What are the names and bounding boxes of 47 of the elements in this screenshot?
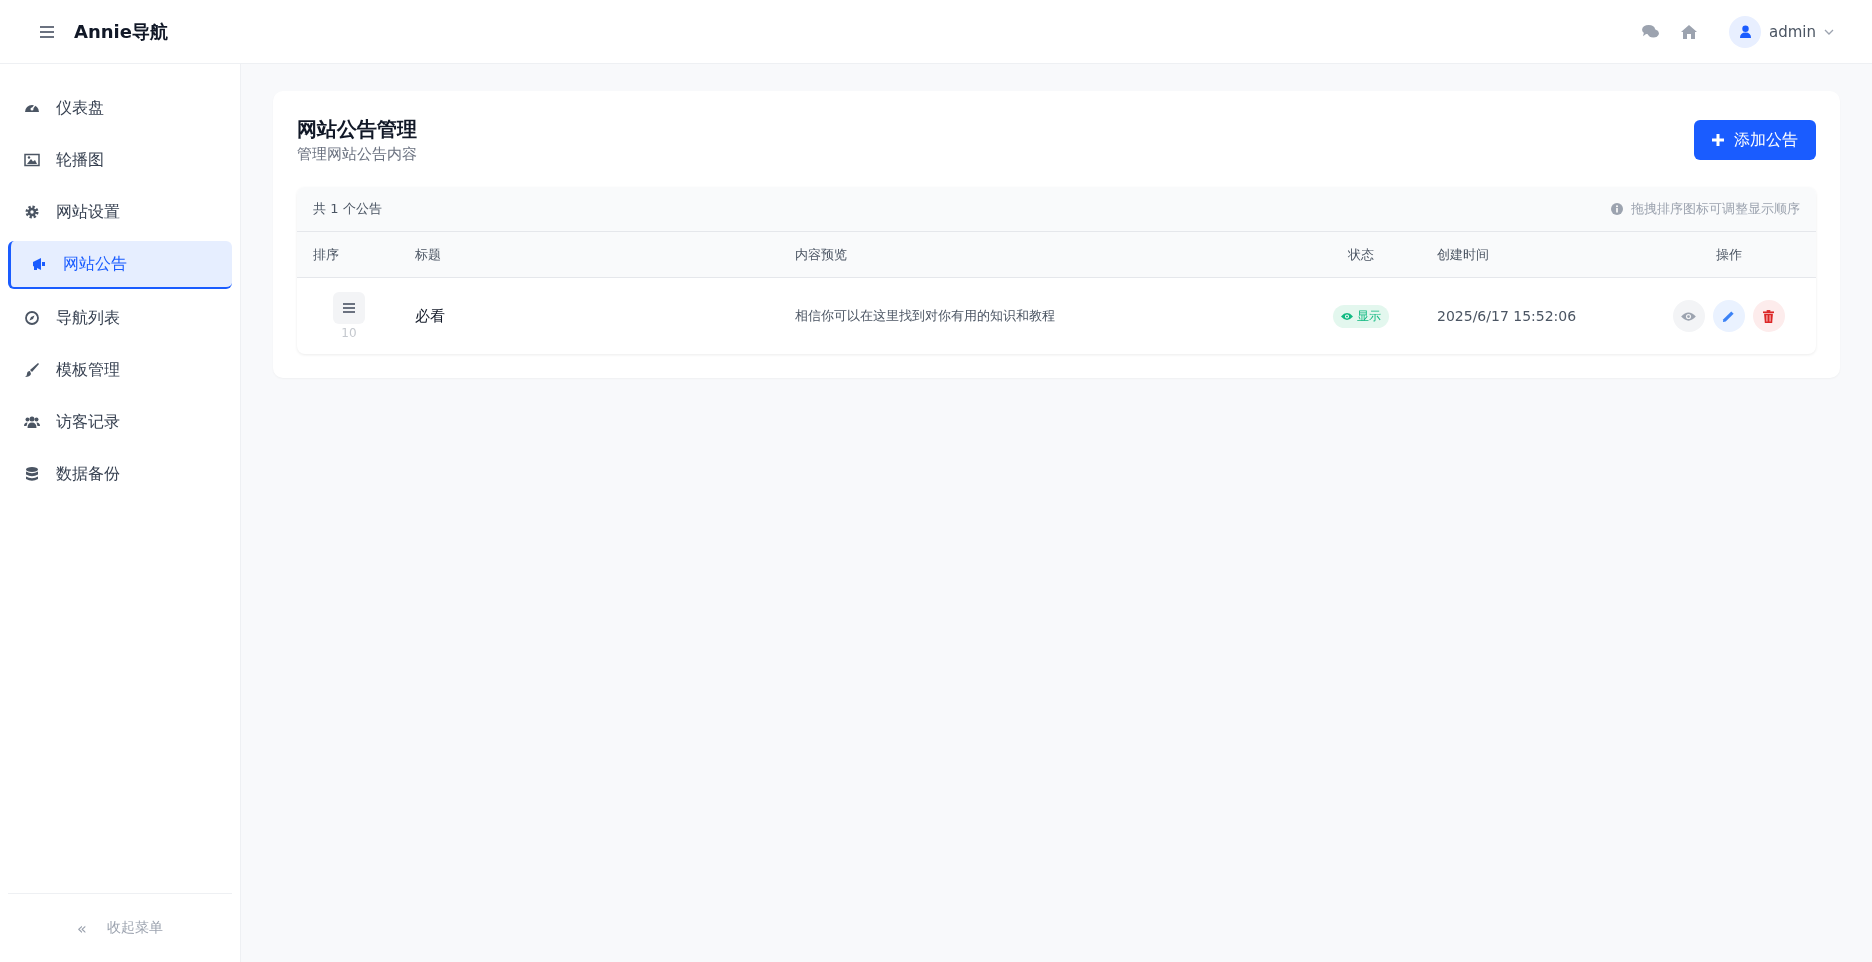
table-cell: 相信你可以在这里找到对你有用的知识和教程 — [795, 307, 1055, 325]
plus-icon — [1712, 134, 1724, 146]
caret-icon[interactable] — [1824, 28, 1834, 35]
chat-bubbles-icon[interactable] — [1642, 24, 1659, 39]
sidebar-item[interactable]: 轮播图 — [8, 137, 232, 183]
sidebar-item[interactable]: 访客记录 — [8, 399, 232, 445]
brand-title: Annie导航 — [74, 19, 168, 44]
column-header: 排序 — [313, 245, 339, 264]
sidebar-item[interactable]: 网站设置 — [8, 189, 232, 235]
drag-handle[interactable] — [333, 292, 365, 324]
announcement-count: 共 1 个公告 — [313, 200, 382, 218]
column-header: 标题 — [415, 245, 441, 264]
table-cell: 2025/6/17 15:52:06 — [1437, 308, 1577, 324]
table-cell: 必看 — [415, 306, 445, 326]
menu-icon[interactable] — [40, 25, 54, 38]
megaphone-icon — [31, 256, 47, 272]
status-badge: 显示 — [1333, 304, 1389, 328]
page-subtitle: 管理网站公告内容 — [297, 144, 417, 165]
delete-button[interactable] — [1752, 300, 1785, 332]
sidebar-item[interactable]: 数据备份 — [8, 451, 232, 497]
info-icon — [1611, 203, 1623, 215]
avatar[interactable] — [1729, 15, 1761, 48]
sort-hint: 拖拽排序图标可调整显示顺序 — [1631, 200, 1800, 218]
home-icon[interactable] — [1681, 24, 1697, 39]
column-header: 操作 — [1715, 245, 1742, 264]
column-header: 内容预览 — [795, 245, 847, 264]
column-header: 创建时间 — [1437, 245, 1489, 264]
sidebar-item[interactable]: 仪表盘 — [8, 85, 232, 131]
users-icon — [24, 414, 40, 430]
compass-icon — [24, 310, 40, 326]
sidebar-item[interactable]: 模板管理 — [8, 347, 232, 393]
column-header: 状态 — [1348, 245, 1374, 264]
database-icon — [24, 466, 40, 482]
user-name[interactable]: admin — [1769, 22, 1816, 41]
gear-icon — [24, 204, 40, 220]
sort-number: 10 — [340, 326, 358, 340]
edit-button[interactable] — [1712, 300, 1745, 332]
image-icon — [24, 152, 40, 168]
brush-icon — [24, 362, 40, 378]
view-button[interactable] — [1672, 300, 1705, 332]
add-announcement-button[interactable]: 添加公告 — [1694, 120, 1816, 160]
page-title: 网站公告管理 — [297, 116, 417, 143]
pencil-icon — [1722, 309, 1735, 323]
sidebar-item[interactable]: 网站公告 — [8, 241, 232, 289]
sidebar-item[interactable]: 导航列表 — [8, 295, 232, 341]
trash-icon — [1763, 309, 1774, 323]
eye-icon — [1681, 310, 1696, 322]
